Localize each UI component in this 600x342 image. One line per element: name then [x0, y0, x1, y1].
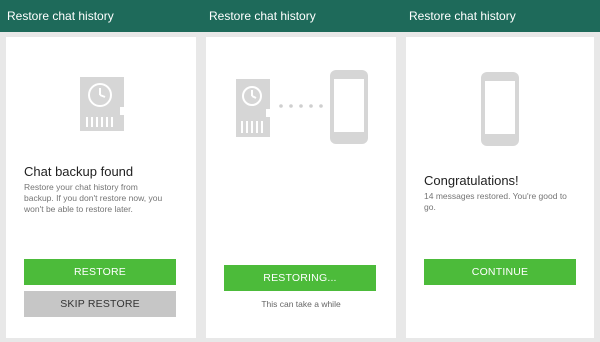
screen-backup-found: Chat backup found Restore your chat hist… — [6, 37, 196, 338]
restoring-button[interactable]: RESTORING... — [224, 265, 376, 291]
screen-heading: Congratulations! — [424, 173, 519, 188]
restore-button[interactable]: RESTORE — [24, 259, 176, 285]
screen-body: Restore your chat history from backup. I… — [24, 182, 189, 215]
app-bar-title: Restore chat history — [209, 9, 316, 23]
sd-card-clock-icon — [236, 79, 270, 137]
body-line: won't be able to restore later. — [24, 204, 133, 214]
screen-congratulations: Congratulations! 14 messages restored. Y… — [406, 37, 594, 338]
screen-body: 14 messages restored. You're good to go. — [424, 191, 589, 213]
body-line: Restore your chat history from — [24, 182, 138, 192]
body-line: backup. If you don't restore now, you — [24, 193, 163, 203]
skip-restore-button[interactable]: SKIP RESTORE — [24, 291, 176, 317]
sd-card-clock-icon — [80, 77, 124, 131]
phone-icon — [330, 70, 368, 144]
phone-icon — [481, 72, 519, 146]
continue-button[interactable]: CONTINUE — [424, 259, 576, 285]
screen-restoring: RESTORING... This can take a while — [206, 37, 396, 338]
transfer-dots-icon — [279, 104, 323, 108]
body-line: go. — [424, 202, 436, 212]
body-line: 14 messages restored. You're good to — [424, 191, 567, 201]
app-bar-title: Restore chat history — [409, 9, 516, 23]
app-bar-title: Restore chat history — [7, 9, 114, 23]
screen-heading: Chat backup found — [24, 164, 134, 179]
status-note: This can take a while — [261, 299, 341, 309]
app-bar: Restore chat history Restore chat histor… — [0, 0, 600, 32]
